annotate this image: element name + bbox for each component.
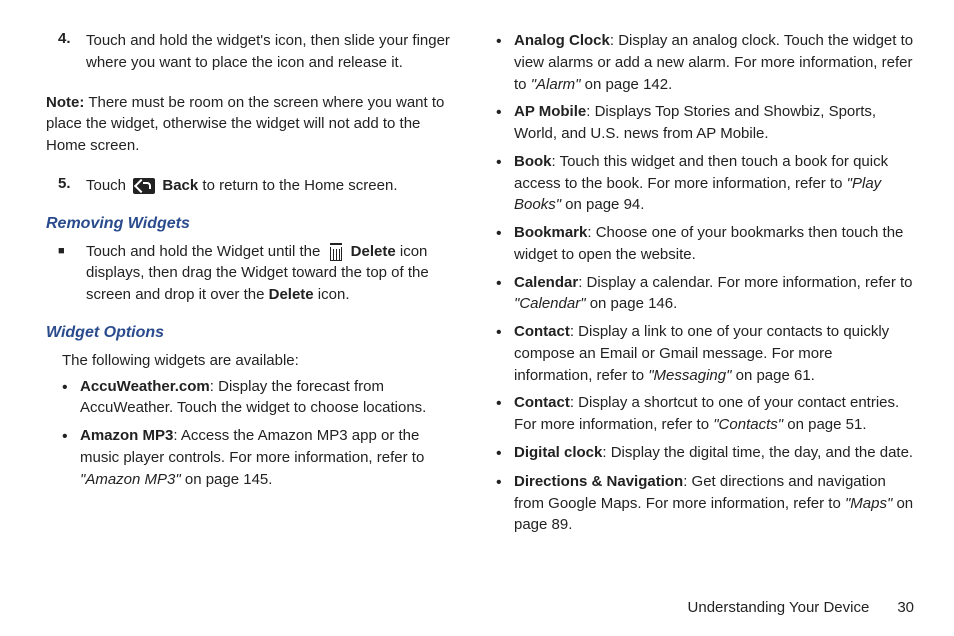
text-fragment: to return to the Home screen. bbox=[198, 177, 397, 194]
list-item: •Calendar: Display a calendar. For more … bbox=[496, 272, 914, 316]
square-bullet: ■ bbox=[58, 241, 86, 306]
ref-page: on page 94. bbox=[561, 196, 644, 213]
ref-title: "Calendar" bbox=[514, 295, 586, 312]
ref-title: "Maps" bbox=[845, 495, 892, 512]
widget-desc: : Display the digital time, the day, and… bbox=[602, 444, 913, 461]
note-label: Note: bbox=[46, 94, 84, 111]
bullet-dot: • bbox=[496, 30, 514, 95]
left-column: 4. Touch and hold the widget's icon, the… bbox=[40, 30, 462, 593]
list-item: •Digital clock: Display the digital time… bbox=[496, 442, 914, 465]
widget-desc: : Touch this widget and then touch a boo… bbox=[514, 153, 888, 192]
list-item: • AccuWeather.com: Display the forecast … bbox=[62, 376, 462, 420]
list-item: •Analog Clock: Display an analog clock. … bbox=[496, 30, 914, 95]
page-number: 30 bbox=[897, 599, 914, 616]
list-item: • Amazon MP3: Access the Amazon MP3 app … bbox=[62, 425, 462, 490]
ref-page: on page 145. bbox=[181, 471, 273, 488]
bullet-dot: • bbox=[496, 392, 514, 436]
bullet-dot: • bbox=[496, 222, 514, 266]
step-4: 4. Touch and hold the widget's icon, the… bbox=[58, 30, 462, 74]
subhead-widget-options: Widget Options bbox=[46, 324, 462, 342]
ref-page: on page 61. bbox=[731, 367, 814, 384]
step-text: Touch Back to return to the Home screen. bbox=[86, 175, 398, 197]
step-text: Touch and hold the widget's icon, then s… bbox=[86, 30, 462, 74]
widget-name: Directions & Navigation bbox=[514, 473, 683, 490]
widget-name: Amazon MP3 bbox=[80, 427, 173, 444]
right-column: •Analog Clock: Display an analog clock. … bbox=[492, 30, 914, 593]
note-block: Note:There must be room on the screen wh… bbox=[46, 92, 462, 157]
bold-label: Back bbox=[162, 177, 198, 194]
note-text: There must be room on the screen where y… bbox=[46, 94, 444, 155]
bullet-dot: • bbox=[496, 471, 514, 536]
widget-name: Digital clock bbox=[514, 444, 602, 461]
widget-name: Bookmark bbox=[514, 224, 587, 241]
ref-title: "Messaging" bbox=[648, 367, 731, 384]
subhead-removing-widgets: Removing Widgets bbox=[46, 215, 462, 233]
list-item: •Contact: Display a shortcut to one of y… bbox=[496, 392, 914, 436]
bullet-dot: • bbox=[62, 425, 80, 490]
square-bullet-item: ■ Touch and hold the Widget until the De… bbox=[58, 241, 462, 306]
step-number: 4. bbox=[58, 30, 86, 74]
bullet-dot: • bbox=[496, 321, 514, 386]
text-fragment: icon. bbox=[314, 286, 350, 303]
text-fragment: Touch bbox=[86, 177, 130, 194]
bullet-dot: • bbox=[496, 101, 514, 145]
ref-title: "Amazon MP3" bbox=[80, 471, 181, 488]
bullet-dot: • bbox=[62, 376, 80, 420]
step-number: 5. bbox=[58, 175, 86, 197]
widget-name: AP Mobile bbox=[514, 103, 586, 120]
intro-text: The following widgets are available: bbox=[62, 350, 462, 372]
widget-name: Contact bbox=[514, 323, 570, 340]
list-item: •AP Mobile: Displays Top Stories and Sho… bbox=[496, 101, 914, 145]
ref-title: "Contacts" bbox=[713, 416, 783, 433]
page-footer: Understanding Your Device 30 bbox=[40, 593, 914, 616]
bold-label: Delete bbox=[351, 243, 396, 260]
list-item: •Contact: Display a link to one of your … bbox=[496, 321, 914, 386]
widget-desc: : Display a calendar. For more informati… bbox=[578, 274, 912, 291]
widget-name: Book bbox=[514, 153, 552, 170]
bold-label: Delete bbox=[269, 286, 314, 303]
bullet-dot: • bbox=[496, 151, 514, 216]
widget-name: Calendar bbox=[514, 274, 578, 291]
ref-title: "Alarm" bbox=[531, 76, 581, 93]
section-title: Understanding Your Device bbox=[688, 599, 870, 616]
bullet-dot: • bbox=[496, 272, 514, 316]
widget-name: Analog Clock bbox=[514, 32, 610, 49]
widget-name: Contact bbox=[514, 394, 570, 411]
text-fragment: Touch and hold the Widget until the bbox=[86, 243, 325, 260]
list-item: •Bookmark: Choose one of your bookmarks … bbox=[496, 222, 914, 266]
list-item: •Book: Touch this widget and then touch … bbox=[496, 151, 914, 216]
ref-page: on page 146. bbox=[586, 295, 678, 312]
delete-icon bbox=[328, 243, 344, 261]
step-5: 5. Touch Back to return to the Home scre… bbox=[58, 175, 462, 197]
widget-name: AccuWeather.com bbox=[80, 378, 210, 395]
step-text: Touch and hold the Widget until the Dele… bbox=[86, 241, 462, 306]
back-icon bbox=[133, 178, 155, 194]
ref-page: on page 51. bbox=[783, 416, 866, 433]
ref-page: on page 142. bbox=[581, 76, 673, 93]
list-item: •Directions & Navigation: Get directions… bbox=[496, 471, 914, 536]
bullet-dot: • bbox=[496, 442, 514, 465]
